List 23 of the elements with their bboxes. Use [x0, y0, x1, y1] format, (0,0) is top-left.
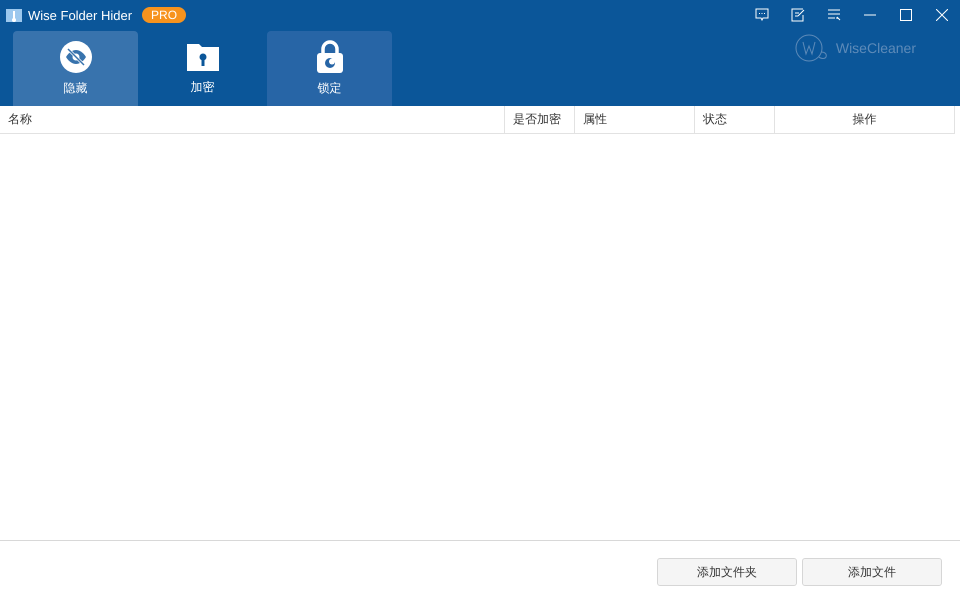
column-header: 是否加密 [505, 106, 575, 133]
chat-icon[interactable] [755, 8, 769, 22]
close-icon[interactable] [936, 9, 948, 21]
pro-badge: PRO [142, 7, 186, 23]
add-button[interactable]: 添加文件 [802, 558, 942, 586]
hidden-eye-icon [58, 40, 92, 74]
padlock-icon [314, 40, 344, 74]
brand-name: WiseCleaner [836, 40, 916, 56]
column-header: 名称 [0, 106, 505, 133]
folder-keyhole-icon [184, 41, 220, 73]
minimize-icon[interactable] [864, 14, 876, 16]
column-header: 操作 [775, 106, 955, 133]
column-header: 状态 [695, 106, 775, 133]
tab[interactable]: 锁定 [267, 31, 392, 106]
tab[interactable]: 加密 [140, 31, 265, 106]
add-button[interactable]: 添加文件夹 [657, 558, 797, 586]
folder-app-icon [6, 7, 22, 23]
edit-icon[interactable] [791, 8, 805, 22]
tab[interactable]: 隐藏 [13, 31, 138, 106]
column-header: 属性 [575, 106, 695, 133]
maximize-icon[interactable] [900, 9, 912, 21]
window-title: Wise Folder Hider [28, 8, 132, 22]
menu-icon[interactable] [827, 8, 841, 22]
